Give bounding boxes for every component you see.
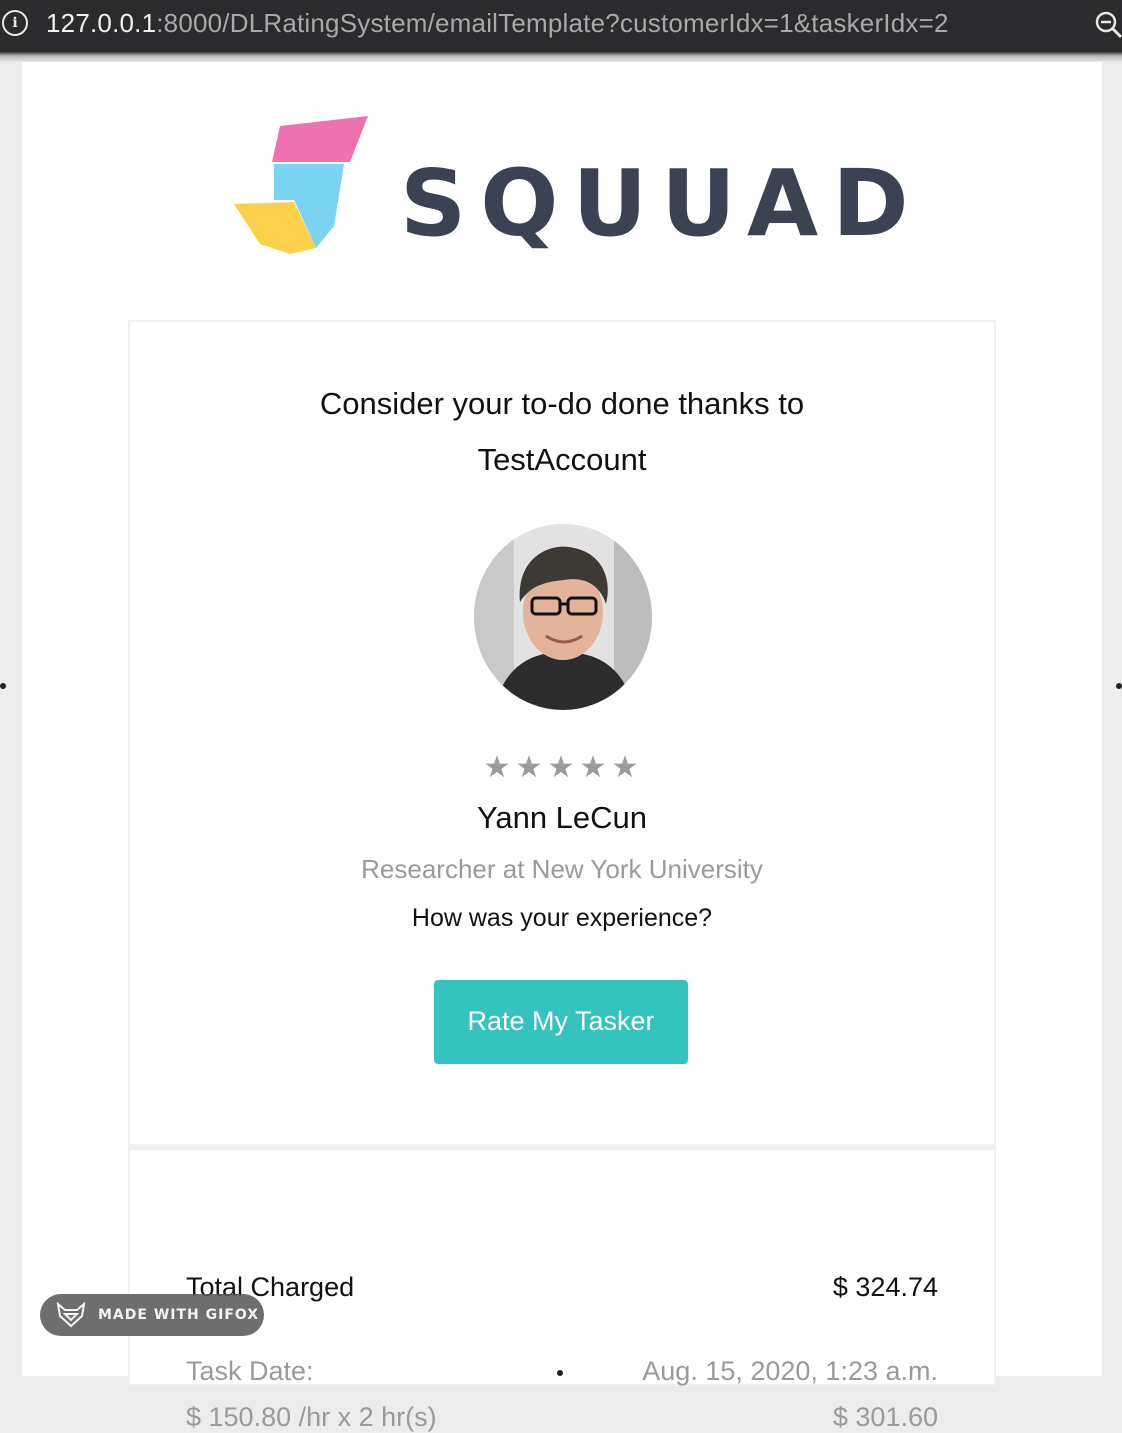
gifox-badge: MADE WITH GIFOX — [40, 1294, 264, 1336]
hourly-rate-value: $ 301.60 — [832, 1402, 938, 1432]
task-date-value: Aug. 15, 2020, 1:23 a.m. — [642, 1356, 938, 1386]
url-field[interactable]: 127.0.0.1:8000/DLRatingSystem/emailTempl… — [46, 8, 949, 39]
tasker-card: Consider your to-do done thanks to TestA… — [128, 320, 996, 1146]
gifox-label: MADE WITH GIFOX — [98, 1307, 260, 1323]
squuad-logo-mark-icon — [234, 116, 368, 254]
toolbar-shadow — [0, 52, 1122, 62]
tasker-role: Researcher at New York University — [361, 854, 763, 884]
brand-logo: SQUUAD — [232, 114, 912, 264]
star-icon: ★ — [483, 750, 513, 785]
tasker-avatar — [474, 524, 652, 710]
rating-stars: ★ ★ ★ ★ ★ — [130, 750, 994, 785]
star-icon: ★ — [547, 750, 577, 785]
task-date-label: Task Date: — [186, 1356, 314, 1386]
browser-address-bar: i 127.0.0.1:8000/DLRatingSystem/emailTem… — [0, 0, 1122, 52]
charge-summary: Total Charged $ 324.74 Task Date: Aug. 1… — [128, 1146, 996, 1432]
tasker-name: Yann LeCun — [476, 800, 648, 835]
hourly-rate-label: $ 150.80 /hr x 2 hr(s) — [186, 1402, 437, 1432]
star-icon: ★ — [515, 750, 545, 785]
resize-handle-bottom[interactable] — [557, 1370, 563, 1376]
rate-my-tasker-button[interactable]: Rate My Tasker — [434, 980, 688, 1064]
total-charged-value: $ 324.74 — [832, 1272, 938, 1302]
zoom-icon[interactable] — [1094, 10, 1122, 40]
resize-handle-left[interactable] — [0, 683, 6, 689]
star-icon: ★ — [579, 750, 609, 785]
fox-icon — [56, 1302, 86, 1328]
info-icon[interactable]: i — [2, 10, 28, 36]
brand-wordmark: SQUUAD — [400, 150, 923, 257]
star-icon: ★ — [611, 750, 641, 785]
experience-question: How was your experience? — [411, 904, 713, 932]
resize-handle-right[interactable] — [1116, 683, 1122, 689]
headline-line-1: Consider your to-do done thanks to — [319, 386, 805, 421]
headline-line-2: TestAccount — [477, 442, 647, 477]
email-page: SQUUAD Consider your to-do done thanks t… — [22, 62, 1102, 1432]
url-path: :8000/DLRatingSystem/emailTemplate?custo… — [156, 8, 949, 38]
url-host: 127.0.0.1 — [46, 8, 157, 38]
